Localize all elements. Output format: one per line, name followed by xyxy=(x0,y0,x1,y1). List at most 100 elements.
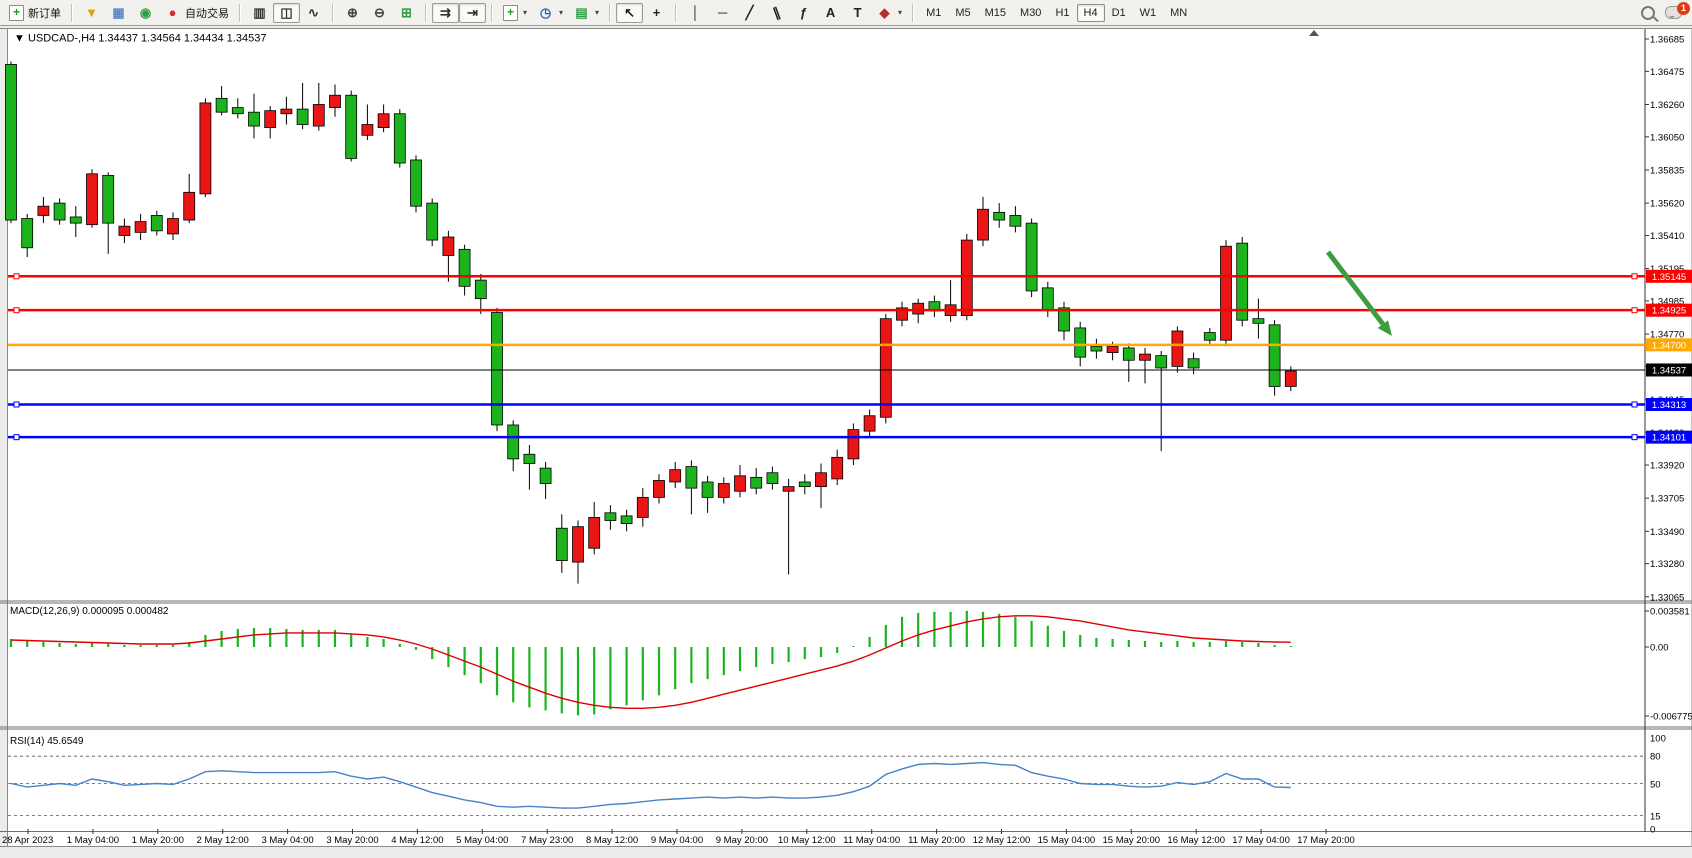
auto-scroll-button[interactable]: ⇉ xyxy=(432,3,459,23)
svg-text:16 May 12:00: 16 May 12:00 xyxy=(1167,835,1225,846)
svg-text:1.36685: 1.36685 xyxy=(1650,35,1684,46)
svg-text:1.33065: 1.33065 xyxy=(1650,592,1684,603)
notification-badge: 1 xyxy=(1677,2,1690,15)
svg-text:50: 50 xyxy=(1650,780,1661,791)
tile-windows-icon: ⊞ xyxy=(398,4,415,21)
svg-text:80: 80 xyxy=(1650,752,1661,763)
svg-text:1.35835: 1.35835 xyxy=(1650,165,1684,176)
svg-text:3 May 04:00: 3 May 04:00 xyxy=(261,835,313,846)
toolbar-separator xyxy=(675,4,677,22)
chart-canvas[interactable]: 1.366851.364751.362601.360501.358351.356… xyxy=(0,0,1692,858)
autotrade-button[interactable]: ●自动交易 xyxy=(159,3,234,23)
timeframe-d1-button[interactable]: D1 xyxy=(1105,4,1133,22)
svg-text:17 May 20:00: 17 May 20:00 xyxy=(1297,835,1355,846)
svg-text:1.35410: 1.35410 xyxy=(1650,231,1684,242)
auto-scroll-icon: ⇉ xyxy=(437,4,454,21)
periods-icon: ◷ xyxy=(537,4,554,21)
toolbar-separator xyxy=(71,4,73,22)
svg-text:0.003581: 0.003581 xyxy=(1650,607,1690,618)
label-icon: T xyxy=(849,4,866,21)
data-window-button[interactable]: ▦ xyxy=(105,3,132,23)
svg-text:100: 100 xyxy=(1650,734,1666,745)
timeframe-m1-button[interactable]: M1 xyxy=(919,4,948,22)
svg-text:9 May 04:00: 9 May 04:00 xyxy=(651,835,703,846)
svg-text:4 May 12:00: 4 May 12:00 xyxy=(391,835,443,846)
svg-text:0.00: 0.00 xyxy=(1650,643,1669,654)
chart-candles-button[interactable]: ◫ xyxy=(273,3,300,23)
text-icon: A xyxy=(822,4,839,21)
vline-icon: │ xyxy=(687,4,704,21)
crosshair-button[interactable]: + xyxy=(643,3,670,23)
periods-button[interactable]: ◷▾ xyxy=(532,3,568,23)
arrows-icon: ◆ xyxy=(876,4,893,21)
svg-text:1.34313: 1.34313 xyxy=(1652,400,1686,411)
templates-icon: ▤ xyxy=(573,4,590,21)
chart-shift-button[interactable]: ⇥ xyxy=(459,3,486,23)
svg-text:9 May 20:00: 9 May 20:00 xyxy=(716,835,768,846)
vline-button[interactable]: │ xyxy=(682,3,709,23)
svg-text:12 May 12:00: 12 May 12:00 xyxy=(973,835,1031,846)
timeframe-w1-button[interactable]: W1 xyxy=(1133,4,1164,22)
fibonacci-button[interactable]: ƒ xyxy=(790,3,817,23)
chart-title: ▼ USDCAD-,H4 1.34437 1.34564 1.34434 1.3… xyxy=(14,33,266,45)
search-icon[interactable] xyxy=(1641,6,1655,20)
market-watch-icon: ▼ xyxy=(83,4,100,21)
toolbar-separator xyxy=(609,4,611,22)
svg-text:15: 15 xyxy=(1650,812,1661,823)
new-order-button[interactable]: +新订单 xyxy=(4,3,66,23)
indicators-button[interactable]: +▾ xyxy=(498,3,532,23)
timeframe-m15-button[interactable]: M15 xyxy=(978,4,1013,22)
chart-line-button[interactable]: ∿ xyxy=(300,3,327,23)
svg-text:1.36260: 1.36260 xyxy=(1650,100,1684,111)
zoom-in-button[interactable]: ⊕ xyxy=(339,3,366,23)
fibonacci-icon: ƒ xyxy=(795,4,812,21)
svg-text:8 May 12:00: 8 May 12:00 xyxy=(586,835,638,846)
chart-bars-button[interactable]: ▥ xyxy=(246,3,273,23)
channel-button[interactable]: ∥ xyxy=(763,3,790,23)
indicators-icon: + xyxy=(503,5,518,21)
timeframe-m30-button[interactable]: M30 xyxy=(1013,4,1048,22)
toolbar-separator xyxy=(912,4,914,22)
arrows-button[interactable]: ◆▾ xyxy=(871,3,907,23)
svg-text:1.34925: 1.34925 xyxy=(1652,306,1686,317)
chart-line-icon: ∿ xyxy=(305,4,322,21)
svg-text:-0.006775: -0.006775 xyxy=(1650,712,1692,723)
templates-button[interactable]: ▤▾ xyxy=(568,3,604,23)
label-button[interactable]: T xyxy=(844,3,871,23)
new-order-icon: + xyxy=(9,5,24,21)
navigator-button[interactable]: ◉ xyxy=(132,3,159,23)
svg-text:1.35620: 1.35620 xyxy=(1650,199,1684,210)
cursor-icon: ↖ xyxy=(621,4,638,21)
zoom-out-icon: ⊖ xyxy=(371,4,388,21)
svg-text:1.35145: 1.35145 xyxy=(1652,272,1686,283)
toolbar-separator xyxy=(332,4,334,22)
toolbar-separator xyxy=(491,4,493,22)
svg-text:7 May 23:00: 7 May 23:00 xyxy=(521,835,573,846)
crosshair-icon: + xyxy=(648,4,665,21)
tile-windows-button[interactable]: ⊞ xyxy=(393,3,420,23)
cursor-button[interactable]: ↖ xyxy=(616,3,643,23)
text-button[interactable]: A xyxy=(817,3,844,23)
hline-button[interactable]: ─ xyxy=(709,3,736,23)
svg-text:1 May 20:00: 1 May 20:00 xyxy=(132,835,184,846)
channel-icon: ∥ xyxy=(766,2,788,24)
timeframe-h1-button[interactable]: H1 xyxy=(1048,4,1076,22)
trendline-button[interactable]: ╱ xyxy=(736,3,763,23)
svg-text:1.33280: 1.33280 xyxy=(1650,559,1684,570)
autotrade-icon: ● xyxy=(164,4,181,21)
market-watch-button[interactable]: ▼ xyxy=(78,3,105,23)
zoom-out-button[interactable]: ⊖ xyxy=(366,3,393,23)
timeframe-h4-button[interactable]: H4 xyxy=(1077,4,1105,22)
timeframe-m5-button[interactable]: M5 xyxy=(948,4,977,22)
svg-text:17 May 04:00: 17 May 04:00 xyxy=(1232,835,1290,846)
dropdown-caret-icon: ▾ xyxy=(523,8,527,17)
dropdown-caret-icon: ▾ xyxy=(595,8,599,17)
timeframe-mn-button[interactable]: MN xyxy=(1163,4,1194,22)
svg-text:28 Apr 2023: 28 Apr 2023 xyxy=(2,835,53,846)
svg-text:1.34537: 1.34537 xyxy=(1652,365,1686,376)
svg-text:15 May 04:00: 15 May 04:00 xyxy=(1038,835,1096,846)
toolbar: +新订单▼▦◉●自动交易▥◫∿⊕⊖⊞⇉⇥+▾◷▾▤▾↖+│─╱∥ƒAT◆▾M1M… xyxy=(0,0,1692,26)
chat-icon[interactable]: 1 xyxy=(1665,6,1682,19)
chart-shift-icon: ⇥ xyxy=(464,4,481,21)
macd-label: MACD(12,26,9) 0.000095 0.000482 xyxy=(10,606,169,617)
